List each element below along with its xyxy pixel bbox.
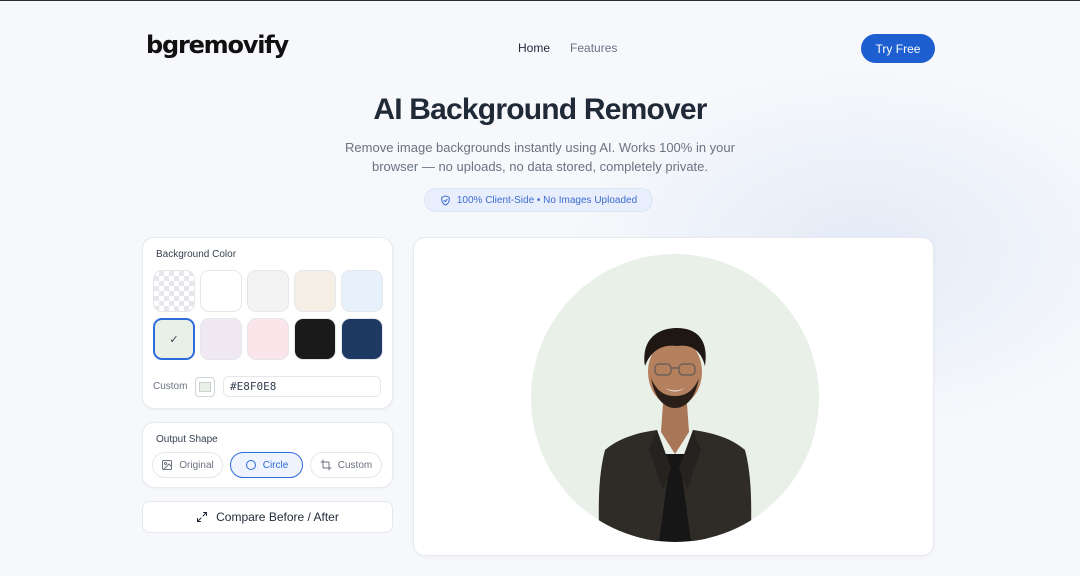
- output-shape-panel: Output Shape Original Circle Custom: [142, 422, 393, 488]
- shape-custom-button[interactable]: Custom: [310, 452, 382, 478]
- swatch-navy[interactable]: [341, 318, 383, 360]
- shape-original-label: Original: [179, 459, 214, 471]
- custom-color-row: Custom #E8F0E8: [153, 376, 381, 397]
- circle-preview: [531, 254, 819, 542]
- swatch-cream[interactable]: [294, 270, 336, 312]
- swatch-grid: ✓: [153, 270, 383, 360]
- shape-original-button[interactable]: Original: [152, 452, 223, 478]
- check-icon: ✓: [169, 333, 179, 346]
- compare-label: Compare Before / After: [216, 510, 339, 524]
- shield-icon: [441, 194, 450, 206]
- swatch-sage[interactable]: ✓: [153, 318, 195, 360]
- hero-subtitle: Remove image backgrounds instantly using…: [345, 140, 735, 174]
- badge-text: 100% Client-Side • No Images Uploaded: [456, 194, 638, 206]
- person-cutout: [598, 328, 752, 542]
- background-color-panel: Background Color ✓ Custom #E8F0E8: [142, 237, 393, 409]
- swatch-transparent[interactable]: [153, 270, 195, 312]
- expand-arrows-icon: [197, 512, 208, 522]
- swatch-light-gray[interactable]: [247, 270, 289, 312]
- nav-features[interactable]: Features: [570, 41, 617, 55]
- privacy-badge: 100% Client-Side • No Images Uploaded: [424, 188, 653, 212]
- compare-before-after-button[interactable]: Compare Before / After: [142, 501, 393, 533]
- page-title: AI Background Remover: [373, 93, 707, 126]
- swatch-lavender[interactable]: [200, 318, 242, 360]
- swatch-black[interactable]: [294, 318, 336, 360]
- crop-icon: [320, 459, 332, 471]
- swatch-white[interactable]: [200, 270, 242, 312]
- custom-color-chip: [199, 381, 211, 392]
- image-icon: [162, 460, 173, 470]
- preview-panel: [413, 237, 934, 556]
- background-color-title: Background Color: [156, 249, 237, 260]
- site-header: bgremovify Home Features Try Free: [0, 1, 1080, 97]
- output-shape-title: Output Shape: [156, 434, 218, 445]
- swatch-light-blue[interactable]: [341, 270, 383, 312]
- nav-home[interactable]: Home: [518, 41, 550, 55]
- logo[interactable]: bgremovify: [146, 31, 289, 59]
- custom-color-picker[interactable]: [195, 376, 215, 397]
- try-free-button[interactable]: Try Free: [861, 34, 935, 63]
- custom-label: Custom: [153, 381, 188, 392]
- shape-circle-label: Circle: [262, 459, 289, 471]
- hex-input[interactable]: #E8F0E8: [223, 376, 381, 397]
- shape-circle-button[interactable]: Circle: [230, 452, 303, 478]
- main-nav: Home Features: [518, 41, 617, 55]
- circle-icon: [245, 460, 256, 470]
- swatch-pink[interactable]: [247, 318, 289, 360]
- shape-options: Original Circle Custom: [152, 452, 382, 478]
- shape-custom-label: Custom: [337, 459, 373, 471]
